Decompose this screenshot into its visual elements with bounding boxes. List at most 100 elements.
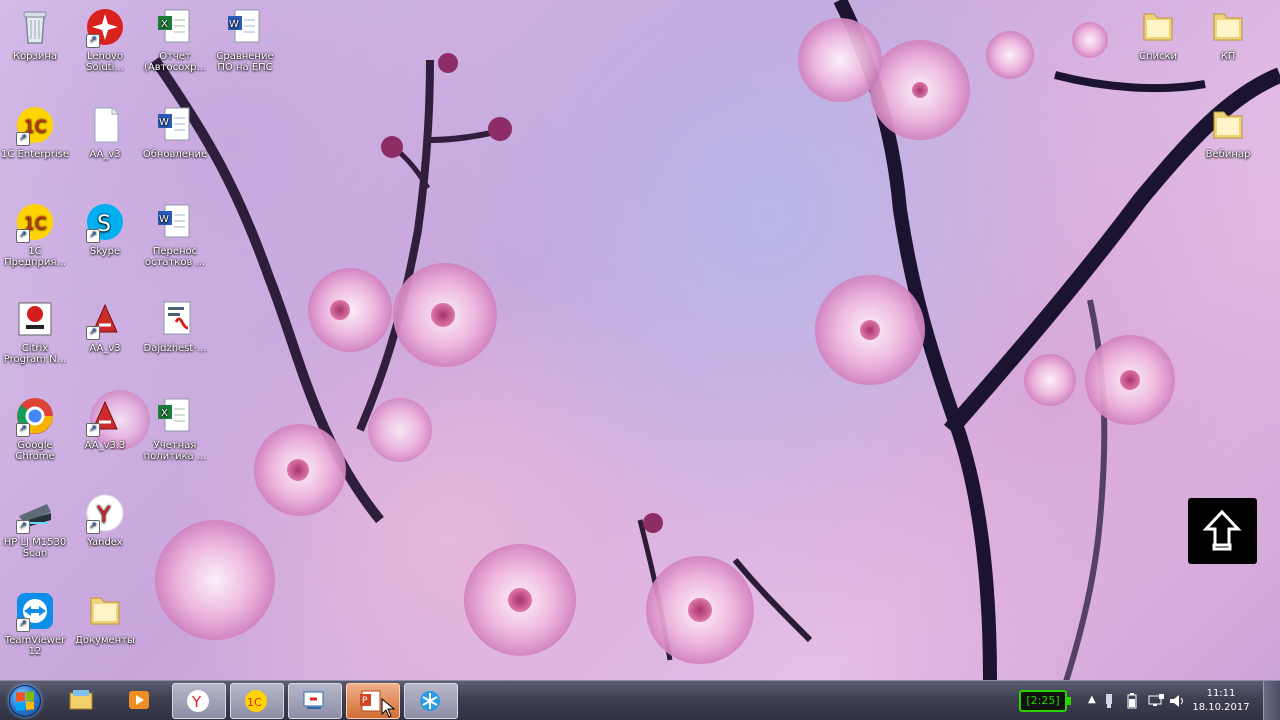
snowflake-icon	[417, 689, 443, 713]
taskbar-remote-desktop-button[interactable]	[288, 683, 342, 719]
1c-icon: 1С	[243, 689, 269, 713]
yandex-icon: Y ↗	[84, 492, 126, 534]
svg-text:W: W	[159, 117, 169, 128]
upload-arrow-icon	[1202, 509, 1242, 551]
ammyy-admin-icon: ↗	[84, 395, 126, 437]
shortcut-arrow-icon: ↗	[86, 229, 100, 243]
desktop-icon-label: Dajdzhest-...	[143, 343, 207, 354]
desktop-icon-update-document[interactable]: W Обновление	[140, 104, 210, 160]
svg-text:W: W	[229, 19, 239, 30]
desktop-icon-label: Google Chrome	[15, 440, 55, 462]
desktop-icon-yandex[interactable]: Y ↗ Yandex	[70, 492, 140, 548]
clock[interactable]: 11:11 18.10.2017	[1190, 687, 1252, 715]
word-document-icon: W	[154, 104, 196, 146]
desktop-icon-teamviewer[interactable]: ↗ TeamViewer 12	[0, 590, 70, 657]
desktop-icon-label: Сравнение ПО на ЕПС	[216, 51, 274, 73]
svg-text:Y: Y	[191, 693, 202, 711]
shortcut-arrow-icon: ↗	[16, 423, 30, 437]
desktop-icon-accounting-policy[interactable]: X Учетная политика ...	[140, 395, 210, 462]
desktop-icon-recycle-bin[interactable]: Корзина	[0, 6, 70, 62]
show-desktop-button[interactable]	[1263, 681, 1280, 720]
desktop-icon-label: 1C Enterprise	[1, 149, 69, 160]
svg-text:P: P	[362, 696, 368, 706]
shortcut-arrow-icon: ↗	[16, 229, 30, 243]
lenovo-solutions-icon: ↗	[84, 6, 126, 48]
desktop-icon-comparison-document[interactable]: W Сравнение ПО на ЕПС	[210, 6, 280, 73]
battery-level-text: [2:25]	[1026, 694, 1060, 707]
citrix-icon	[14, 298, 56, 340]
shortcut-arrow-icon: ↗	[86, 520, 100, 534]
desktop-icon-aa-v3-file[interactable]: AA_v3	[70, 104, 140, 160]
battery-tray-icon[interactable]	[1126, 692, 1138, 710]
desktop-icon-aa-v3-3[interactable]: ↗ AA_v3.3	[70, 395, 140, 451]
word-document-icon: W	[154, 201, 196, 243]
yandex-icon: Y	[185, 689, 211, 713]
network-icon[interactable]	[1148, 692, 1166, 710]
desktop-icon-lists-folder[interactable]: Списки	[1123, 6, 1193, 62]
volume-icon[interactable]	[1168, 692, 1186, 710]
upload-overlay-button[interactable]	[1188, 498, 1257, 564]
desktop-icon-hp-scan[interactable]: ↗ HP LJ M1530 Scan	[0, 492, 70, 559]
ammyy-admin-icon: ↗	[84, 298, 126, 340]
taskbar-snowflake-app-button[interactable]	[404, 683, 458, 719]
pdf-document-icon	[154, 298, 196, 340]
folder-library-icon	[68, 688, 94, 712]
desktop-icon-report-autosave[interactable]: X Отчет (Автосохр...	[140, 6, 210, 73]
desktop-icon-label: КП	[1220, 51, 1236, 62]
desktop-icon-skype[interactable]: S ↗ Skype	[70, 201, 140, 257]
desktop-icon-citrix-program-neighborhood[interactable]: Citrix Program N...	[0, 298, 70, 365]
mouse-cursor-icon	[381, 697, 396, 718]
taskbar-explorer-button[interactable]	[56, 683, 108, 717]
desktop-icon-label: Отчет (Автосохр...	[144, 51, 206, 73]
desktop-icon-label: Документы	[75, 635, 135, 646]
usb-icon[interactable]	[1103, 692, 1115, 710]
desktop-icon-digest-pdf[interactable]: Dajdzhest-...	[140, 298, 210, 354]
desktop-icon-label: AA_v3.3	[84, 440, 126, 451]
battery-indicator[interactable]: [2:25]	[1019, 690, 1071, 712]
media-player-icon	[126, 688, 152, 712]
desktop-icon-transfer-balances[interactable]: W Перенос остатков ...	[140, 201, 210, 268]
folder-icon	[1137, 6, 1179, 48]
desktop-icon-label: Перенос остатков ...	[144, 246, 206, 268]
clock-date: 18.10.2017	[1192, 702, 1250, 713]
desktop-icon-label: 1С Предприя...	[4, 246, 66, 268]
skype-icon: S ↗	[84, 201, 126, 243]
chrome-icon: ↗	[14, 395, 56, 437]
taskbar-1c-button[interactable]: 1С	[230, 683, 284, 719]
start-button[interactable]	[5, 683, 45, 719]
desktop-icon-label: Списки	[1138, 51, 1178, 62]
desktop-icon-1c-enterprise-ru[interactable]: 1С ↗ 1С Предприя...	[0, 201, 70, 268]
show-hidden-icons-button[interactable]: ▲	[1088, 694, 1098, 706]
taskbar-media-player-button[interactable]	[114, 683, 166, 717]
desktop-icon-label: Citrix Program N...	[3, 343, 67, 365]
word-document-icon: W	[224, 6, 266, 48]
desktop-icon-label: Вебинар	[1205, 149, 1251, 160]
shortcut-arrow-icon: ↗	[16, 618, 30, 632]
excel-document-icon: X	[154, 395, 196, 437]
teamviewer-icon: ↗	[14, 590, 56, 632]
desktop-icon-webinar-folder[interactable]: Вебинар	[1193, 104, 1263, 160]
desktop-icon-google-chrome[interactable]: ↗ Google Chrome	[0, 395, 70, 462]
desktop-icon-label: HP LJ M1530 Scan	[3, 537, 67, 559]
desktop-icon-label: Lenovo Soluti...	[86, 51, 124, 73]
shortcut-arrow-icon: ↗	[86, 34, 100, 48]
desktop-icon-aa-v3-shortcut[interactable]: ↗ AA_v3	[70, 298, 140, 354]
shortcut-arrow-icon: ↗	[16, 520, 30, 534]
desktop-icon-label: Skype	[89, 246, 121, 257]
windows-logo-icon	[16, 691, 34, 711]
desktop-icon-lenovo-solutions[interactable]: ↗ Lenovo Soluti...	[70, 6, 140, 73]
desktop-icon-label: AA_v3	[89, 343, 121, 354]
taskbar-yandex-button[interactable]: Y	[172, 683, 226, 719]
desktop-icon-1c-enterprise[interactable]: 1С ↗ 1C Enterprise	[0, 104, 70, 160]
folder-icon	[84, 590, 126, 632]
desktop-icon-label: AA_v3	[89, 149, 121, 160]
remote-desktop-icon	[301, 689, 327, 713]
taskbar: Y 1С P [2:25] ▲ 11:11 18.10.2017	[0, 680, 1280, 720]
shortcut-arrow-icon: ↗	[16, 132, 30, 146]
recycle-bin-icon	[14, 6, 56, 48]
desktop-icon-kp-folder[interactable]: КП	[1193, 6, 1263, 62]
desktop-icon-label: Yandex	[87, 537, 123, 548]
scanner-icon: ↗	[14, 492, 56, 534]
desktop-icon-documents[interactable]: Документы	[70, 590, 140, 646]
svg-text:W: W	[159, 214, 169, 225]
